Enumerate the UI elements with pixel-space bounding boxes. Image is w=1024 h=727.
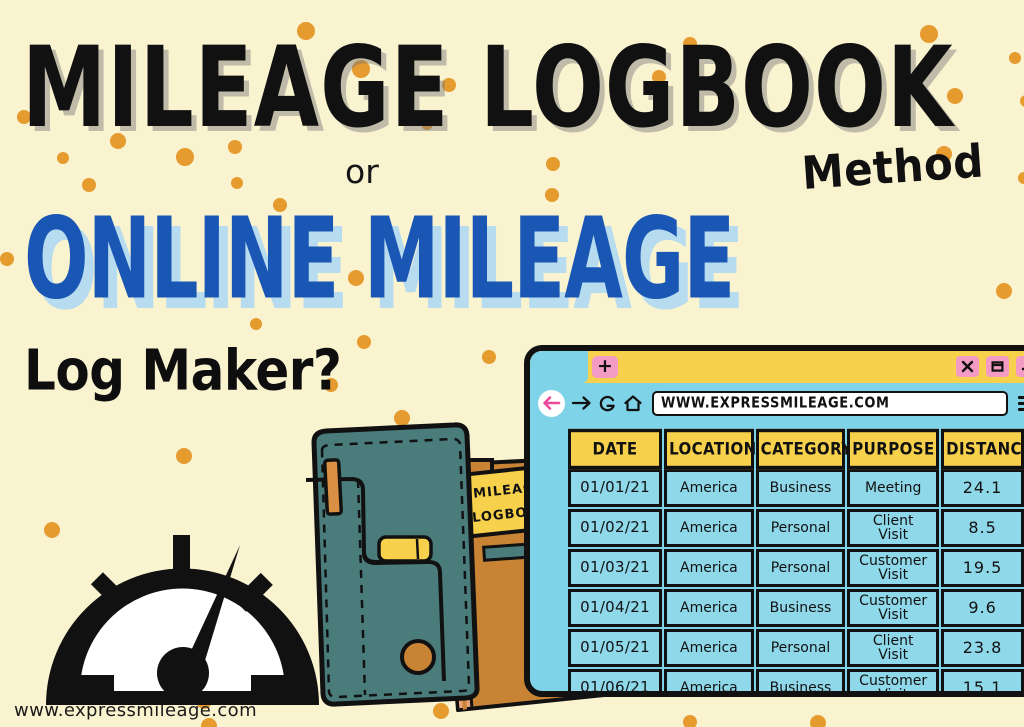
table-row: 01/04/21 America Business Customer Visit 9.6 bbox=[568, 589, 1024, 627]
table-cell-date: 01/03/21 bbox=[568, 549, 663, 587]
table-column-header: DATE bbox=[568, 428, 663, 470]
table-column-header: PURPOSE bbox=[847, 428, 940, 470]
page-title: MILEAGE LOGBOOK bbox=[22, 22, 954, 153]
table-header: DATE LOCATION CATEGORY PURPOSE DISTANCE bbox=[568, 428, 1024, 470]
table-cell-location: America bbox=[664, 509, 754, 547]
url-bar[interactable]: WWW.EXPRESSMILEAGE.COM bbox=[652, 390, 1008, 416]
table-cell-date: 01/05/21 bbox=[568, 629, 663, 667]
table-cell-category: Personal bbox=[755, 509, 846, 547]
table-cell-purpose: Customer Visit bbox=[847, 669, 940, 691]
close-button[interactable] bbox=[956, 356, 979, 377]
table-cell-distance: 8.5 bbox=[941, 509, 1024, 547]
new-tab-button[interactable]: + bbox=[592, 356, 618, 378]
table-cell-category: Business bbox=[755, 669, 846, 691]
table-cell-date: 01/04/21 bbox=[568, 589, 663, 627]
table-cell-location: America bbox=[664, 469, 754, 507]
table-cell-purpose: Client Visit bbox=[847, 509, 940, 547]
table-cell-purpose: Customer Visit bbox=[847, 549, 940, 587]
mileage-table: DATE LOCATION CATEGORY PURPOSE DISTANCE 01/0… bbox=[566, 428, 1024, 691]
tab-bar-left-gap bbox=[530, 351, 588, 383]
table-row: 01/06/21 America Business Customer Visit 15.1 bbox=[568, 669, 1024, 691]
table-cell-distance: 24.1 bbox=[941, 469, 1024, 507]
table-cell-location: America bbox=[664, 629, 754, 667]
back-button[interactable] bbox=[538, 389, 565, 417]
table-cell-date: 01/01/21 bbox=[568, 469, 663, 507]
table-cell-distance: 9.6 bbox=[941, 589, 1024, 627]
table-cell-distance: 15.1 bbox=[941, 669, 1024, 691]
table-cell-purpose: Customer Visit bbox=[847, 589, 940, 627]
url-text: WWW.EXPRESSMILEAGE.COM bbox=[661, 394, 890, 412]
decorative-dot bbox=[683, 715, 697, 727]
title-method-word: Method bbox=[800, 134, 986, 200]
table-cell-date: 01/06/21 bbox=[568, 669, 663, 691]
hamburger-menu-icon[interactable] bbox=[1018, 395, 1024, 411]
minimize-button[interactable] bbox=[1016, 356, 1024, 377]
table-column-header: DISTANCE bbox=[941, 428, 1024, 470]
browser-tab-bar: + bbox=[530, 351, 1024, 383]
table-cell-distance: 19.5 bbox=[941, 549, 1024, 587]
page-subtitle-black: Log Maker? bbox=[24, 338, 342, 403]
table-row: 01/01/21 America Business Meeting 24.1 bbox=[568, 469, 1024, 507]
table-cell-category: Business bbox=[755, 469, 846, 507]
maximize-button[interactable] bbox=[986, 356, 1009, 377]
table-cell-location: America bbox=[664, 549, 754, 587]
browser-frame: + WWW.EXPRESSMILEAGE.COM DATE LOCATION C… bbox=[524, 345, 1024, 697]
table-row: 01/03/21 America Personal Customer Visit 19.5 bbox=[568, 549, 1024, 587]
table-cell-purpose: Client Visit bbox=[847, 629, 940, 667]
browser-window: + WWW.EXPRESSMILEAGE.COM DATE LOCATION C… bbox=[524, 345, 1024, 697]
table-body: 01/01/21 America Business Meeting 24.1 01/02/… bbox=[568, 469, 1024, 691]
title-connector: or bbox=[345, 152, 379, 191]
table-cell-category: Personal bbox=[755, 629, 846, 667]
home-button[interactable] bbox=[623, 394, 643, 413]
decorative-dot bbox=[810, 715, 826, 727]
wallet-icon bbox=[305, 422, 480, 707]
reload-button[interactable] bbox=[598, 394, 617, 413]
window-controls bbox=[956, 356, 1024, 377]
table-cell-location: America bbox=[664, 589, 754, 627]
table-row: 01/02/21 America Personal Client Visit 8.5 bbox=[568, 509, 1024, 547]
forward-button[interactable] bbox=[571, 395, 592, 411]
speedometer-icon bbox=[40, 505, 325, 710]
table-cell-location: America bbox=[664, 669, 754, 691]
page-subtitle-blue: ONLINE MILEAGE bbox=[24, 192, 735, 325]
poster-canvas: MILEAGE LOGBOOK or Method ONLINE MILEAGE… bbox=[0, 0, 1024, 727]
table-cell-distance: 23.8 bbox=[941, 629, 1024, 667]
table-cell-date: 01/02/21 bbox=[568, 509, 663, 547]
table-cell-category: Personal bbox=[755, 549, 846, 587]
table-column-header: LOCATION bbox=[664, 428, 756, 470]
table-cell-purpose: Meeting bbox=[847, 469, 940, 507]
decorative-dot bbox=[176, 448, 192, 464]
table-header-row: DATE LOCATION CATEGORY PURPOSE DISTANCE bbox=[568, 428, 1024, 470]
browser-nav-bar: WWW.EXPRESSMILEAGE.COM bbox=[530, 383, 1024, 423]
mileage-table-container: DATE LOCATION CATEGORY PURPOSE DISTANCE 01/0… bbox=[566, 428, 1024, 691]
table-column-header: CATEGORY bbox=[755, 428, 852, 470]
table-cell-category: Business bbox=[755, 589, 846, 627]
table-row: 01/05/21 America Personal Client Visit 23.8 bbox=[568, 629, 1024, 667]
